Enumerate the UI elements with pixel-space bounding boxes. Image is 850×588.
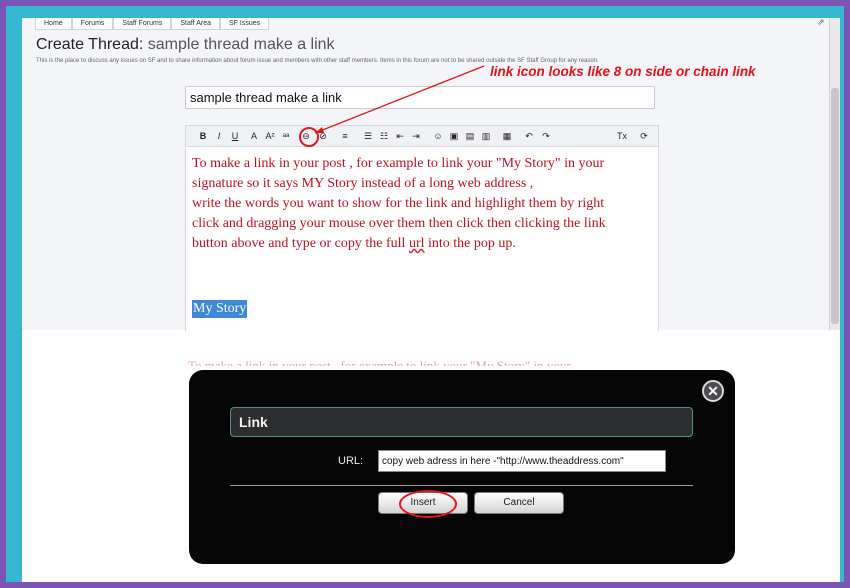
misspelled-word: url [408,236,425,251]
editor-text: into the pop up. [424,236,516,251]
url-label: URL: [338,455,364,467]
annotation-arrow [314,65,485,134]
dialog-divider [230,485,693,486]
faded-line: To make a link in your post , for exampl… [188,358,571,366]
annotation-text: link icon looks like 8 on side or chain … [490,64,756,79]
dialog-title: Link [230,407,693,437]
link-dialog: ✕ Link URL: Insert Cancel [189,370,735,564]
editor-line: button above and type or copy the full u… [192,234,652,254]
url-input[interactable] [378,450,666,472]
page: Home Forums Staff Forums Staff Area SF Issue… [22,18,840,582]
selected-link-text[interactable]: My Story [192,300,248,318]
screenshot-frame: Home Forums Staff Forums Staff Area SF Issue… [6,6,844,582]
insert-button[interactable]: Insert [378,492,468,514]
background-editor-text: To make a link in your post , for exampl… [188,358,748,366]
editor-text: button above and type or copy the full [192,236,409,251]
cancel-button[interactable]: Cancel [474,492,564,514]
close-icon[interactable]: ✕ [702,380,724,402]
